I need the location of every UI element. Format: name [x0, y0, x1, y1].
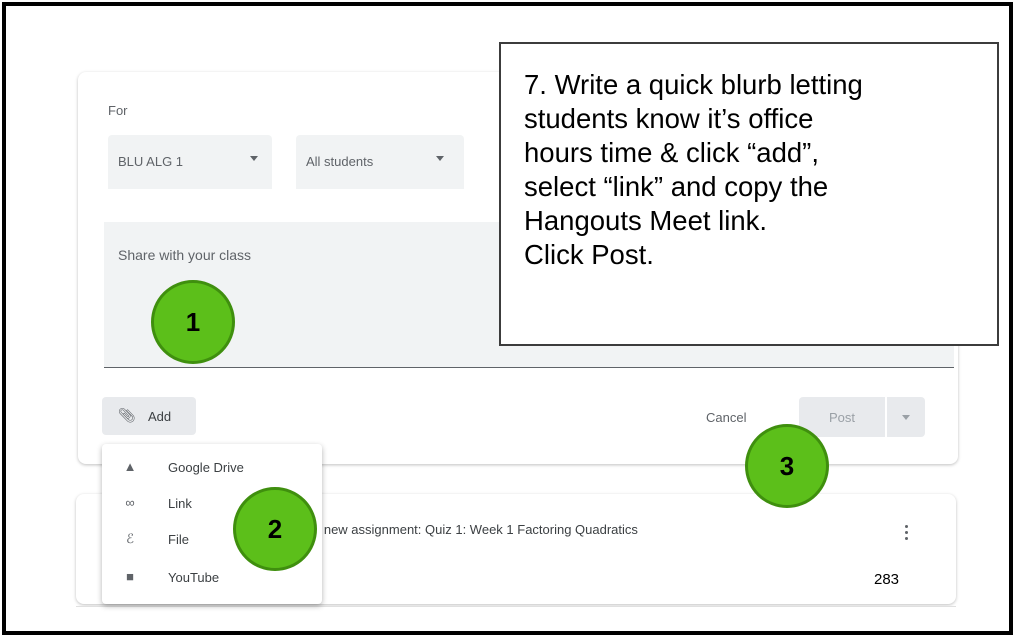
add-button[interactable]: 📎︎ Add	[102, 397, 196, 435]
menu-item-label: Google Drive	[168, 460, 244, 475]
menu-item-label: Link	[168, 496, 192, 511]
dropdown-arrow-icon	[436, 156, 444, 161]
dropdown-arrow-icon	[902, 415, 910, 420]
link-icon: ∞	[125, 495, 135, 510]
share-placeholder: Share with your class	[118, 247, 252, 263]
more-options-icon[interactable]	[905, 525, 909, 543]
instruction-text: 7. Write a quick blurb letting students …	[524, 69, 863, 270]
add-label: Add	[148, 409, 172, 424]
for-label: For	[108, 103, 128, 118]
dropdown-arrow-icon	[250, 156, 258, 161]
instruction-callout: 7. Write a quick blurb letting students …	[499, 42, 999, 346]
step-badge-3: 3	[745, 424, 829, 508]
menu-item-google-drive[interactable]: ▲ Google Drive	[102, 450, 322, 486]
post-options-button[interactable]	[887, 397, 925, 437]
cancel-button[interactable]: Cancel	[706, 410, 746, 425]
google-drive-icon: ▲	[123, 459, 137, 474]
paperclip-icon: 📎︎	[118, 407, 136, 423]
menu-item-label: YouTube	[168, 570, 220, 585]
paperclip-icon: ℰ	[126, 531, 134, 546]
page-number: 283	[874, 571, 900, 588]
post-button[interactable]: Post	[799, 397, 885, 437]
menu-item-label: File	[168, 532, 189, 547]
stream-item-card-next	[76, 606, 956, 627]
step-badge-1: 1	[151, 280, 235, 364]
class-select-value: BLU ALG 1	[118, 154, 184, 169]
students-select[interactable]: All students	[296, 135, 464, 189]
assignment-text: a new assignment: Quiz 1: Week 1 Factori…	[313, 522, 638, 537]
post-label: Post	[829, 410, 856, 425]
students-select-value: All students	[306, 154, 374, 169]
class-select[interactable]: BLU ALG 1	[108, 135, 272, 189]
youtube-icon: ■	[126, 569, 134, 584]
step-badge-2: 2	[233, 487, 317, 571]
